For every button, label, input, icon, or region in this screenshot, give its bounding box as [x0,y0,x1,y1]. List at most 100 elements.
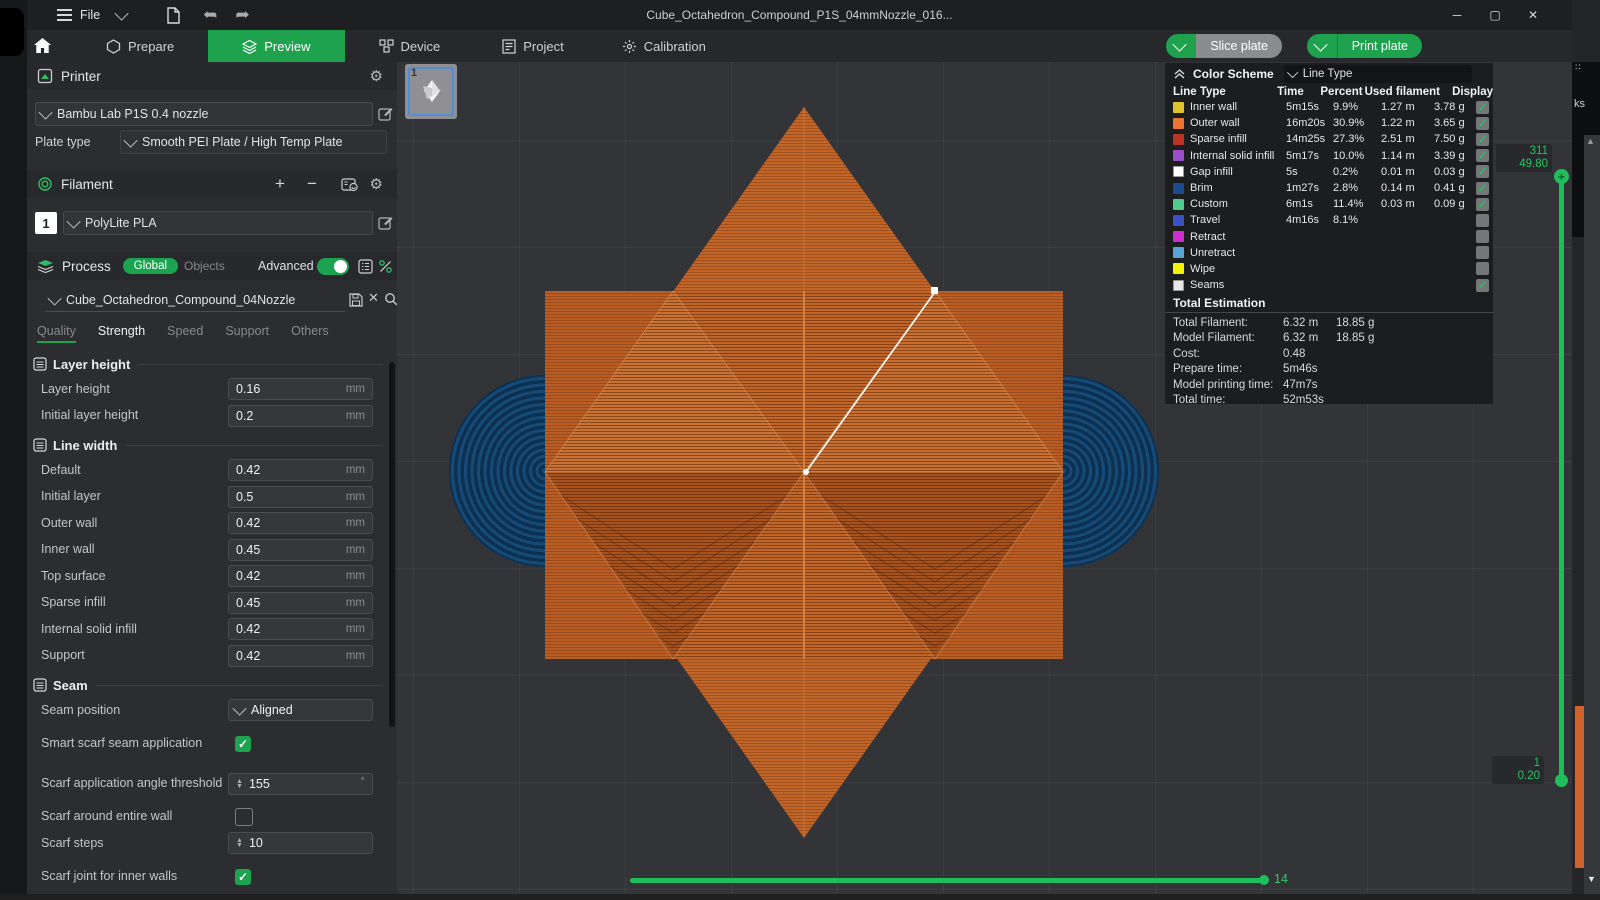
printer-edit-icon[interactable] [378,106,393,121]
home-icon[interactable] [33,37,52,55]
file-menu[interactable]: File [80,8,100,22]
param-input[interactable]: 0.42mm [228,512,373,534]
legend-row[interactable]: Retract [1165,229,1493,245]
undo-icon[interactable]: ➦ [203,5,217,25]
legend-row[interactable]: Outer wall16m20s30.9%1.22 m3.65 g✓ [1165,115,1493,131]
background-scrollbar-thumb-orange[interactable] [1575,706,1584,868]
print-plate-button[interactable]: Print plate [1307,34,1422,58]
legend-display-checkbox[interactable] [1476,230,1489,243]
process-preset-select[interactable]: Cube_Octahedron_Compound_04Nozzle [45,288,345,312]
param-spinner[interactable]: ▲▼155° [228,773,373,795]
legend-row[interactable]: Brim1m27s2.8%0.14 m0.41 g✓ [1165,180,1493,196]
tab-device[interactable]: Device [359,30,461,62]
param-tab-others[interactable]: Others [291,324,329,343]
legend-display-checkbox[interactable]: ✓ [1476,279,1489,292]
tab-preview[interactable]: Preview [208,30,344,62]
moves-slider-handle[interactable] [1259,875,1269,885]
printer-settings-gear-icon[interactable]: ⚙ [370,67,383,85]
compare-presets-icon[interactable] [378,259,393,274]
legend-row[interactable]: Internal solid infill5m17s10.0%1.14 m3.3… [1165,148,1493,164]
layer-slider-handle-top[interactable]: + [1554,169,1569,184]
filament-settings-gear-icon[interactable]: ⚙ [370,175,383,193]
filament-preset-select[interactable]: PolyLite PLA [63,211,373,235]
legend-row[interactable]: Wipe [1165,261,1493,277]
param-checkbox[interactable] [235,808,253,826]
param-spinner[interactable]: ▲▼10 [228,832,373,854]
legend-row[interactable]: Unretract [1165,245,1493,261]
legend-display-checkbox[interactable] [1476,246,1489,259]
background-scrollbar-track[interactable] [1584,135,1600,894]
minimize-button[interactable]: ─ [1442,0,1472,30]
param-input[interactable]: 0.42mm [228,565,373,587]
param-checkbox[interactable]: ✓ [235,736,251,752]
param-input[interactable]: 0.5mm [228,486,373,508]
legend-display-checkbox[interactable]: ✓ [1476,101,1489,114]
spinner-arrows-icon[interactable]: ▲▼ [236,779,243,789]
save-preset-icon[interactable] [349,293,363,307]
legend-display-checkbox[interactable]: ✓ [1476,149,1489,162]
parameter-table-icon[interactable] [358,259,373,274]
moves-slider-track[interactable] [630,878,1264,883]
param-input[interactable]: 0.42mm [228,459,373,481]
legend-display-checkbox[interactable]: ✓ [1476,182,1489,195]
maximize-button[interactable]: ▢ [1480,0,1510,30]
legend-row[interactable]: Travel4m16s8.1% [1165,212,1493,228]
tab-project[interactable]: Project [482,30,583,62]
legend-display-checkbox[interactable] [1476,214,1489,227]
param-tab-quality[interactable]: Quality [37,324,76,343]
plate-type-select[interactable]: Smooth PEI Plate / High Temp Plate [120,130,387,154]
legend-row[interactable]: Inner wall5m15s9.9%1.27 m3.78 g✓ [1165,99,1493,115]
new-project-icon[interactable] [166,7,181,24]
remove-filament-icon[interactable]: − [307,174,317,194]
redo-icon[interactable]: ➦ [235,5,249,25]
tab-prepare[interactable]: Prepare [86,30,194,62]
param-row: Smart scarf seam application✓ [27,724,397,764]
legend-time: 5m15s [1286,101,1333,113]
param-tab-speed[interactable]: Speed [167,324,203,343]
collapse-panel-icon[interactable] [1173,68,1186,80]
slice-plate-dropdown-icon[interactable] [1166,34,1196,58]
param-checkbox[interactable]: ✓ [235,869,251,885]
legend-display-checkbox[interactable]: ✓ [1476,198,1489,211]
spinner-arrows-icon[interactable]: ▲▼ [236,838,243,848]
param-input[interactable]: 0.16mm [228,378,373,400]
scope-global-pill[interactable]: Global [123,258,178,274]
param-combo[interactable]: Aligned [228,699,373,721]
color-scheme-select[interactable]: Line Type [1284,65,1472,83]
side-panel-scrollbar[interactable] [389,362,395,727]
legend-display-checkbox[interactable]: ✓ [1476,117,1489,130]
legend-display-checkbox[interactable]: ✓ [1476,165,1489,178]
slice-plate-button[interactable]: Slice plate [1166,34,1282,58]
legend-display-checkbox[interactable] [1476,262,1489,275]
param-input[interactable]: 0.42mm [228,645,373,667]
layer-slider-track[interactable] [1559,176,1564,781]
param-input[interactable]: 0.45mm [228,539,373,561]
param-tab-support[interactable]: Support [225,324,269,343]
search-icon[interactable] [384,292,397,306]
printer-preset-select[interactable]: Bambu Lab P1S 0.4 nozzle [35,102,373,126]
scroll-up-icon[interactable]: ▲ [1586,136,1595,146]
legend-row[interactable]: Seams✓ [1165,277,1493,293]
advanced-toggle[interactable] [317,258,349,275]
legend-row[interactable]: Custom6m1s11.4%0.03 m0.09 g✓ [1165,196,1493,212]
close-button[interactable]: ✕ [1518,0,1548,30]
legend-row[interactable]: Sparse infill14m25s27.3%2.51 m7.50 g✓ [1165,131,1493,147]
add-filament-icon[interactable]: + [275,174,285,194]
tab-calibration[interactable]: Calibration [602,30,726,62]
filament-edit-icon[interactable] [378,215,393,230]
hamburger-menu-icon[interactable] [57,9,72,21]
legend-row[interactable]: Gap infill5s0.2%0.01 m0.03 g✓ [1165,164,1493,180]
scope-objects-label[interactable]: Objects [184,259,225,273]
param-input[interactable]: 0.45mm [228,592,373,614]
param-input[interactable]: 0.42mm [228,618,373,640]
print-plate-dropdown-icon[interactable] [1307,34,1338,58]
scroll-down-icon[interactable]: ▼ [1587,874,1596,884]
clear-preset-icon[interactable]: ✕ [368,290,379,306]
file-menu-chevron-icon[interactable] [115,7,129,21]
param-section-divider [125,445,383,446]
legend-display-checkbox[interactable]: ✓ [1476,133,1489,146]
param-tab-strength[interactable]: Strength [98,324,145,343]
layer-slider-handle-bottom[interactable] [1555,774,1568,787]
ams-sync-icon[interactable] [341,177,359,192]
param-input[interactable]: 0.2mm [228,405,373,427]
